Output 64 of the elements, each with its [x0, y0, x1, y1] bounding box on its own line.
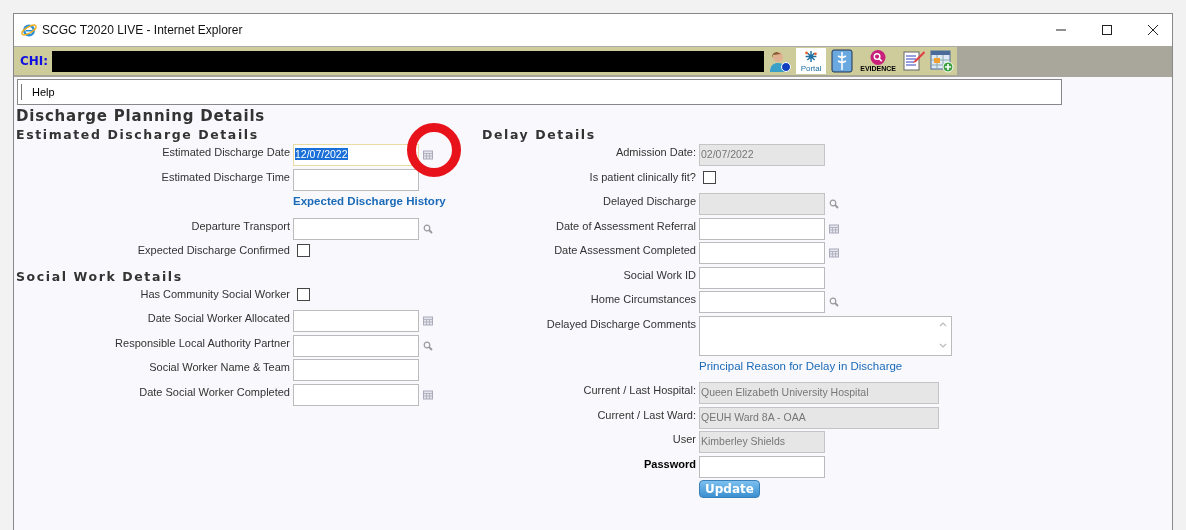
- field-label: Current / Last Hospital:: [582, 384, 697, 396]
- field-label: Date Assessment Completed: [553, 244, 697, 256]
- search-icon[interactable]: [829, 199, 839, 209]
- checkbox[interactable]: [297, 287, 310, 301]
- person-search-icon[interactable]: [768, 49, 793, 73]
- input-field[interactable]: [699, 217, 825, 240]
- input-field[interactable]: [293, 334, 419, 357]
- field-label: Expected Discharge Confirmed: [136, 244, 291, 256]
- maximize-icon[interactable]: [1102, 25, 1112, 35]
- field-label: Home Circumstances: [589, 293, 697, 305]
- field-label: Estimated Discharge Date: [161, 146, 291, 158]
- field-label: Delayed Discharge: [602, 195, 697, 207]
- portal-icon[interactable]: Portal: [796, 48, 827, 74]
- field-label: Is patient clinically fit?: [588, 170, 697, 183]
- calendar-icon[interactable]: [423, 389, 433, 400]
- field-label: Departure Transport: [190, 219, 291, 232]
- field-label: Delayed Discharge Comments: [545, 317, 697, 330]
- field-label: User: [671, 433, 697, 445]
- field-label: Admission Date:: [614, 146, 697, 158]
- browser-logo-icon: [21, 22, 37, 38]
- field-label: Estimated Discharge Time: [160, 170, 291, 183]
- section-heading: Estimated Discharge Details: [16, 127, 260, 142]
- field-label: Has Community Social Worker: [139, 287, 291, 300]
- checkbox[interactable]: [703, 170, 716, 184]
- input-field[interactable]: [293, 168, 419, 191]
- edit-note-icon[interactable]: [902, 49, 927, 73]
- field-label: Password: [643, 457, 697, 470]
- field-label: Date Social Worker Allocated: [146, 312, 291, 324]
- update-button[interactable]: Update: [699, 480, 760, 498]
- comments-field[interactable]: [699, 315, 952, 356]
- field-label: Date of Assessment Referral: [555, 219, 697, 232]
- highlight-circle: [407, 123, 461, 177]
- field-label: Current / Last Ward:: [596, 408, 697, 421]
- field-label: Social Worker Name & Team: [148, 361, 291, 373]
- close-icon[interactable]: [1148, 25, 1158, 35]
- chi-label: CHI:: [20, 54, 49, 68]
- input-field[interactable]: 12/07/2022: [293, 144, 419, 166]
- calendar-icon[interactable]: [829, 248, 839, 258]
- section-heading: Social Work Details: [16, 268, 184, 284]
- input-field[interactable]: [699, 266, 825, 289]
- search-icon[interactable]: [829, 297, 839, 307]
- input-field[interactable]: [699, 455, 825, 478]
- calendar-add-icon[interactable]: [930, 49, 955, 73]
- checkbox[interactable]: [297, 244, 310, 257]
- input-field[interactable]: [293, 217, 419, 240]
- history-link[interactable]: Principal Reason for Delay in Discharge: [699, 359, 903, 372]
- calendar-icon[interactable]: [829, 223, 839, 234]
- search-icon[interactable]: [423, 223, 433, 234]
- field-label: Date Social Worker Completed: [138, 385, 291, 398]
- field-label: Responsible Local Authority Partner: [114, 336, 291, 349]
- section-heading: Delay Details: [482, 127, 597, 142]
- calendar-icon[interactable]: [423, 316, 433, 326]
- field-label: Social Work ID: [622, 268, 697, 281]
- menu-item[interactable]: Help: [21, 84, 63, 100]
- search-icon[interactable]: [423, 340, 433, 351]
- window-title: SCGC T2020 LIVE - Internet Explorer: [42, 23, 243, 37]
- history-link[interactable]: Expected Discharge History: [293, 195, 446, 207]
- input-field[interactable]: [293, 383, 419, 406]
- calendar-icon[interactable]: [423, 150, 433, 160]
- input-field[interactable]: [699, 242, 825, 264]
- input-field[interactable]: [699, 291, 825, 313]
- page-title: Discharge Planning Details: [16, 107, 267, 125]
- input-field[interactable]: [293, 359, 419, 381]
- input-field[interactable]: [293, 310, 419, 332]
